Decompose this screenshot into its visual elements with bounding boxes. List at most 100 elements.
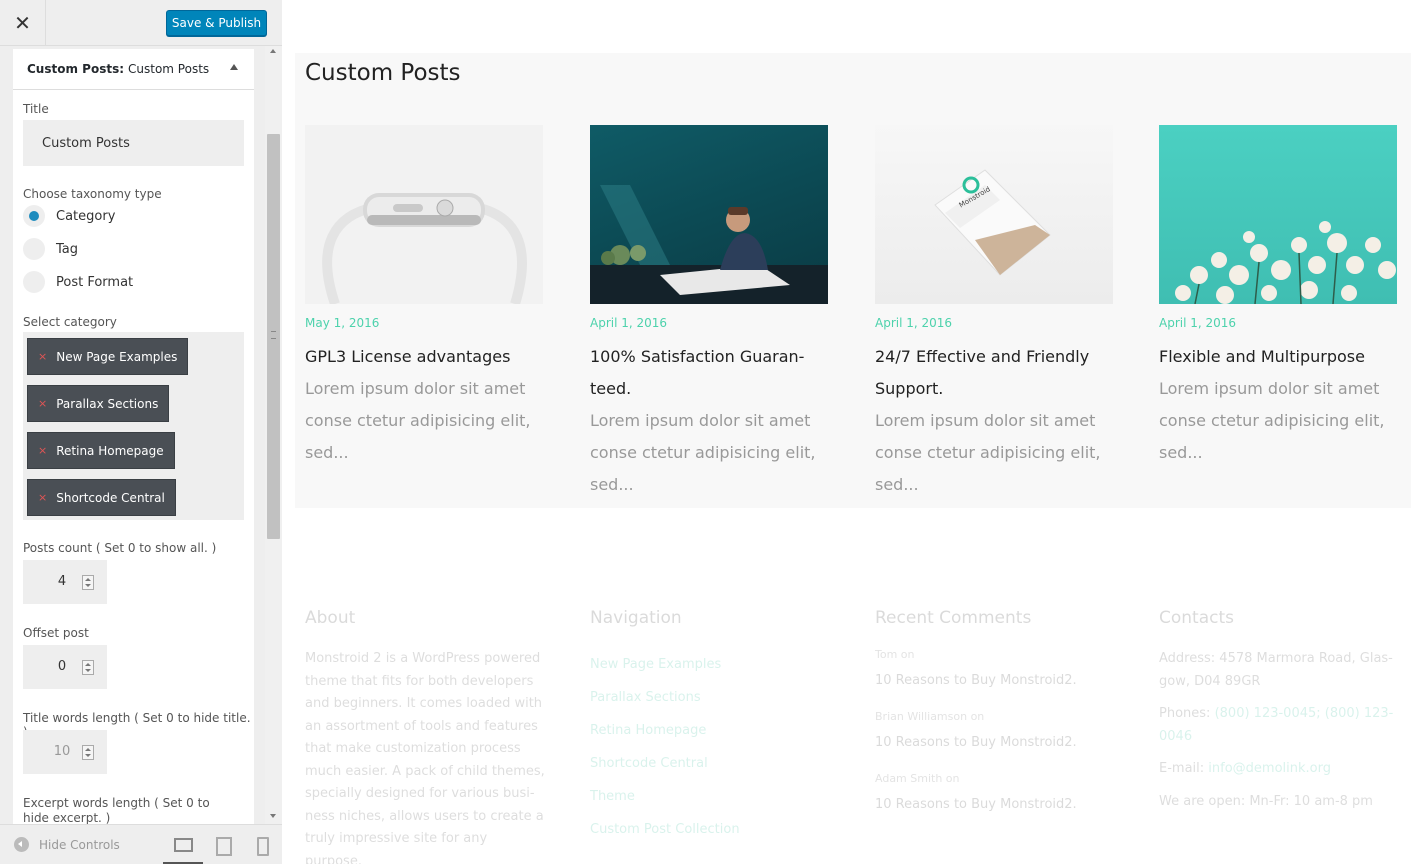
radio-dot-icon[interactable] — [23, 238, 45, 260]
radio-label: Category — [56, 208, 116, 224]
post-date[interactable]: May 1, 2016 — [305, 316, 545, 330]
about-text: Monstroid 2 is a WordPress powered theme… — [305, 651, 545, 864]
post-date[interactable]: April 1, 2016 — [1159, 316, 1399, 330]
remove-icon[interactable]: × — [38, 444, 47, 457]
offset-label: Offset post — [23, 626, 89, 640]
custom-posts-section: Custom Posts May 1, 2016 GPL3 License ad… — [295, 53, 1411, 508]
radio-dot-icon[interactable] — [23, 271, 45, 293]
package-image: Monstroid — [934, 169, 1051, 276]
comment-post-link[interactable]: 10 Reasons to Buy Monstroid2. — [875, 735, 1115, 750]
post-card: April 1, 2016 100% Satisfaction Guaran-t… — [590, 125, 830, 501]
excerpt-words-label: Excerpt words length ( Set 0 to hide exc… — [23, 796, 210, 824]
footer-link[interactable]: Retina Homepage — [590, 714, 830, 747]
title-words-input[interactable]: 10 — [23, 730, 107, 774]
radio-label: Post Format — [56, 274, 134, 290]
category-chip[interactable]: × New Page Examples — [27, 338, 189, 375]
spinner-icon[interactable] — [82, 575, 94, 590]
desktop-icon[interactable] — [172, 836, 193, 854]
post-thumbnail[interactable] — [305, 125, 543, 304]
flowers-image — [1175, 221, 1396, 304]
post-excerpt: Lorem ipsum dolor sit amet conse ctetur … — [305, 379, 531, 462]
comment-author: Tom on — [875, 648, 915, 661]
category-chip[interactable]: × Retina Homepage — [27, 432, 175, 469]
footer-link[interactable]: Custom Post Collection — [590, 813, 830, 846]
post-card: Monstroid April 1, 2016 24/7 Effective a… — [875, 125, 1115, 501]
contact-phones: Phones: (800) 123-0045; (800) 123-0046 — [1159, 703, 1399, 748]
collapse-caret-icon[interactable] — [230, 64, 238, 70]
comment-post-link[interactable]: 10 Reasons to Buy Monstroid2. — [875, 797, 1115, 812]
radio-dot-icon[interactable] — [23, 205, 45, 227]
category-chip[interactable]: × Parallax Sections — [27, 385, 170, 422]
footer-link[interactable]: New Page Examples — [590, 648, 830, 681]
scroll-down-icon[interactable] — [270, 814, 276, 818]
radio-tag[interactable]: Tag — [23, 238, 78, 260]
save-publish-button[interactable]: Save & Publish — [166, 10, 267, 36]
footer-about: About Monstroid 2 is a WordPress powered… — [305, 608, 545, 864]
posts-count-input[interactable]: 4 — [23, 560, 107, 604]
footer-heading: Navigation — [590, 608, 682, 628]
footer-link[interactable]: Theme — [590, 780, 830, 813]
footer-link[interactable]: Parallax Sections — [590, 681, 830, 714]
post-title[interactable]: Flexible and Multipurpose — [1159, 341, 1399, 373]
watch-image — [322, 193, 527, 304]
section-header[interactable]: Custom Posts: Custom Posts — [13, 49, 254, 90]
hide-controls-label: Hide Controls — [39, 837, 120, 852]
footer-heading: Recent Comments — [875, 608, 1032, 628]
category-select[interactable]: × New Page Examples × Parallax Sections × R… — [23, 332, 244, 520]
hide-controls-button[interactable]: Hide Controls — [14, 837, 120, 852]
radio-category[interactable]: Category — [23, 205, 115, 227]
tablet-icon[interactable] — [213, 836, 233, 856]
chip-label: New Page Examples — [56, 349, 178, 364]
post-title[interactable]: GPL3 License advantages — [305, 341, 545, 373]
remove-icon[interactable]: × — [38, 491, 47, 504]
section-title: Custom Posts — [305, 60, 461, 86]
scroll-up-icon[interactable] — [270, 49, 276, 53]
footer-link[interactable]: Shortcode Central — [590, 747, 830, 780]
category-chip[interactable]: × Shortcode Central — [27, 479, 176, 516]
customizer-footer: Hide Controls — [0, 824, 282, 864]
radio-label: Tag — [56, 241, 79, 257]
post-thumbnail[interactable] — [1159, 125, 1397, 304]
radio-post-format[interactable]: Post Format — [23, 271, 133, 293]
footer-heading: About — [305, 608, 356, 628]
title-input[interactable]: Custom Posts — [23, 120, 244, 166]
remove-icon[interactable]: × — [38, 350, 47, 363]
phones-label: Phones: — [1159, 706, 1211, 721]
scroll-thumb[interactable] — [267, 134, 280, 539]
email-label: E-mail: — [1159, 761, 1205, 776]
section-prefix: Custom Posts: — [27, 62, 125, 76]
chip-label: Retina Homepage — [56, 443, 164, 458]
post-excerpt: Lorem ipsum dolor sit amet conse ctetur … — [875, 411, 1101, 494]
footer-heading: Contacts — [1159, 608, 1234, 628]
offset-input[interactable]: 0 — [23, 645, 107, 689]
collapse-arrow-icon — [14, 837, 29, 852]
contact-address: Address: 4578 Marmora Road, Glas-gow, D0… — [1159, 648, 1399, 693]
post-date[interactable]: April 1, 2016 — [875, 316, 1115, 330]
email-link[interactable]: info@demolink.org — [1208, 761, 1331, 776]
category-label: Select category — [23, 315, 117, 329]
post-thumbnail[interactable]: Monstroid — [875, 125, 1113, 304]
taxonomy-label: Choose taxonomy type — [23, 187, 162, 201]
post-date[interactable]: April 1, 2016 — [590, 316, 830, 330]
comment-post-link[interactable]: 10 Reasons to Buy Monstroid2. — [875, 673, 1115, 688]
spinner-icon[interactable] — [82, 660, 94, 675]
spinner-icon[interactable] — [82, 745, 94, 760]
posts-count-label: Posts count ( Set 0 to show all. ) — [23, 541, 217, 555]
post-title[interactable]: 24/7 Effective and Friendly Support. — [875, 341, 1115, 405]
close-icon: ✕ — [14, 12, 31, 35]
mobile-icon[interactable] — [253, 836, 273, 856]
section-panel: Custom Posts: Custom Posts Title Custom … — [13, 49, 254, 824]
post-excerpt: Lorem ipsum dolor sit amet conse ctetur … — [590, 411, 816, 494]
chip-label: Shortcode Central — [56, 490, 165, 505]
footer-contacts: Contacts Address: 4578 Marmora Road, Gla… — [1159, 608, 1399, 823]
sidebar-scrollbar[interactable] — [265, 46, 282, 824]
close-button[interactable]: ✕ — [0, 0, 46, 46]
post-thumbnail[interactable] — [590, 125, 828, 304]
remove-icon[interactable]: × — [38, 397, 47, 410]
comment-author: Adam Smith on — [875, 772, 960, 785]
man-at-desk-image — [590, 185, 828, 304]
post-card: April 1, 2016 Flexible and Multipurpose … — [1159, 125, 1399, 469]
comment-author: Brian Williamson on — [875, 710, 985, 723]
post-title[interactable]: 100% Satisfaction Guaran-teed. — [590, 341, 830, 405]
address-label: Address: — [1159, 651, 1216, 666]
